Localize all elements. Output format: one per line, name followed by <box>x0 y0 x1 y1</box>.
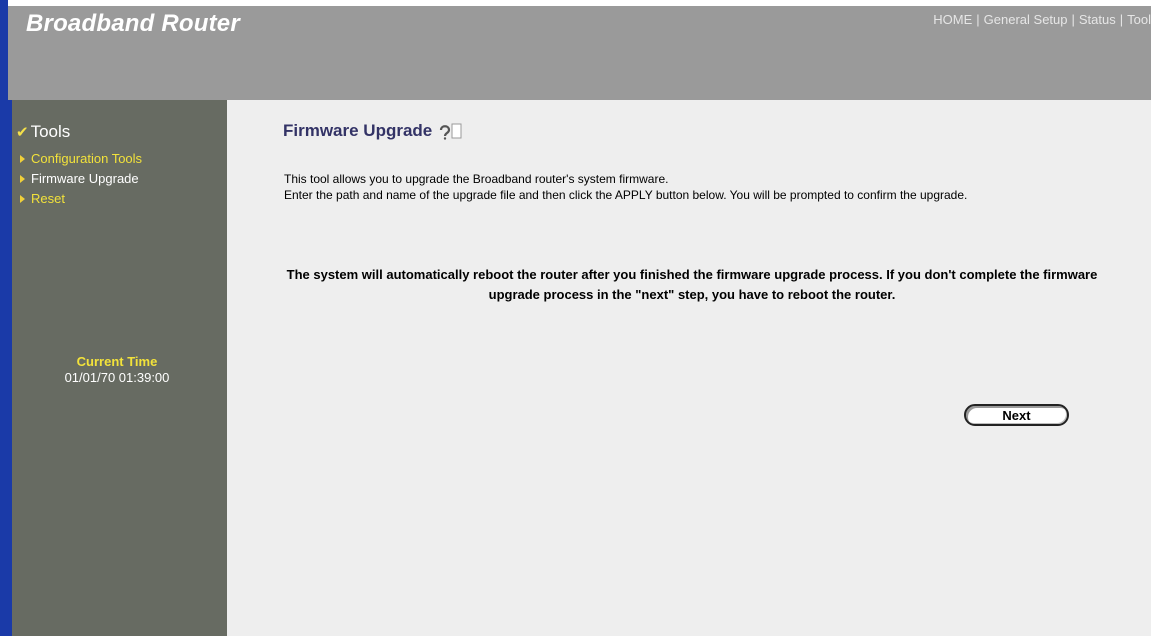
nav-separator: | <box>976 12 980 27</box>
description-line: Enter the path and name of the upgrade f… <box>284 188 968 202</box>
sidebar-item-reset[interactable]: Reset <box>20 189 142 209</box>
nav-separator: | <box>1071 12 1075 27</box>
page-title-text: Firmware Upgrade <box>283 121 433 140</box>
sidebar-heading-label: Tools <box>30 122 71 141</box>
page-title: Firmware Upgrade <box>283 121 462 141</box>
triangle-right-icon <box>20 175 25 183</box>
sidebar-heading: ✔ Tools <box>16 122 70 142</box>
current-time-label: Current Time <box>76 354 158 369</box>
sidebar: ✔ Tools Configuration Tools Firmware Upg… <box>8 100 227 636</box>
checkmark-icon: ✔ <box>16 124 29 141</box>
sidebar-item-label: Reset <box>31 191 65 206</box>
sidebar-menu: Configuration Tools Firmware Upgrade Res… <box>20 149 142 209</box>
brand-title: Broadband Router <box>26 10 240 37</box>
help-icon[interactable] <box>438 122 462 140</box>
current-time-value: 01/01/70 01:39:00 <box>64 370 170 385</box>
nav-home[interactable]: HOME <box>933 12 972 27</box>
sidebar-item-label: Configuration Tools <box>31 151 143 166</box>
description: This tool allows you to upgrade the Broa… <box>284 171 1104 203</box>
triangle-right-icon <box>20 195 25 203</box>
left-accent-stripe <box>0 0 8 636</box>
triangle-right-icon <box>20 155 25 163</box>
nav-general-setup[interactable]: General Setup <box>984 12 1068 27</box>
description-line: This tool allows you to upgrade the Broa… <box>284 172 669 186</box>
nav-separator: | <box>1119 12 1124 27</box>
top-nav: HOME | General Setup | Status | Tool <box>933 12 1151 27</box>
reboot-warning: The system will automatically reboot the… <box>286 267 1098 302</box>
header-bar: Broadband Router HOME | General Setup | Stat… <box>8 0 1151 100</box>
nav-tool[interactable]: Tool <box>1127 12 1151 27</box>
main-content: Firmware Upgrade This tool allows you to… <box>227 100 1151 636</box>
sidebar-item-label: Firmware Upgrade <box>31 171 139 186</box>
sidebar-item-firmware-upgrade[interactable]: Firmware Upgrade <box>20 169 142 189</box>
next-button[interactable]: Next <box>964 404 1069 426</box>
sidebar-item-configuration-tools[interactable]: Configuration Tools <box>20 149 142 169</box>
nav-status[interactable]: Status <box>1079 12 1116 27</box>
